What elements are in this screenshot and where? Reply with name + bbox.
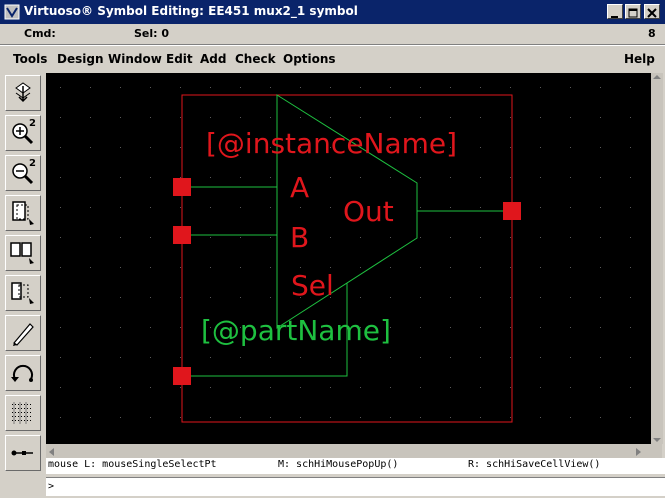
- window-titlebar: Virtuoso® Symbol Editing: EE451 mux2_1 s…: [0, 0, 665, 24]
- menu-edit[interactable]: Edit: [166, 52, 193, 66]
- partial-select-icon: [11, 282, 34, 304]
- command-line-input[interactable]: >: [46, 477, 665, 496]
- pin-label-out[interactable]: Out: [343, 195, 394, 228]
- pin-wire-icon: [11, 450, 33, 456]
- pin-label-a[interactable]: A: [290, 171, 309, 204]
- pin-label-b[interactable]: B: [290, 221, 309, 254]
- command-prompt: >: [48, 481, 55, 492]
- maximize-icon: [628, 8, 638, 18]
- mouse-middle-binding: M: schHiMousePopUp(): [278, 459, 399, 470]
- ruler-button[interactable]: [5, 395, 41, 431]
- menu-check[interactable]: Check: [235, 52, 276, 66]
- selection-count: Sel: 0: [134, 27, 170, 40]
- pin-b[interactable]: [173, 226, 191, 244]
- mouse-right-binding: R: schHiSaveCellView(): [468, 459, 601, 470]
- menu-options[interactable]: Options: [283, 52, 336, 66]
- zoom-out-2-button[interactable]: 2: [5, 155, 41, 191]
- menu-tools[interactable]: Tools: [13, 52, 47, 66]
- pin-sel[interactable]: [173, 367, 191, 385]
- scroll-left-icon[interactable]: [49, 448, 54, 456]
- minimize-button[interactable]: [607, 4, 623, 19]
- menu-bar: Tools Design Window Edit Add Check Optio…: [0, 47, 665, 73]
- status-row: Cmd: Sel: 0 8: [0, 24, 665, 44]
- mouse-bindings-bar: mouse L: mouseSingleSelectPt M: schHiMou…: [46, 458, 665, 474]
- tool-palette: 2 2: [0, 73, 46, 498]
- save-icon: [15, 82, 31, 103]
- multi-select-button[interactable]: [5, 235, 41, 271]
- edit-pen-icon: [13, 323, 34, 346]
- pin-label-sel[interactable]: Sel: [291, 269, 334, 302]
- horizontal-scrollbar[interactable]: [46, 444, 662, 458]
- instance-name-label[interactable]: [@instanceName]: [206, 127, 457, 160]
- svg-text:2: 2: [29, 118, 36, 129]
- menu-help[interactable]: Help: [624, 52, 655, 66]
- part-name-label[interactable]: [@partName]: [201, 314, 391, 347]
- schematic-canvas[interactable]: [@instanceName] A B Sel Out [@partName]: [46, 73, 662, 444]
- multi-select-icon: [10, 242, 34, 264]
- undo-arc-button[interactable]: [5, 355, 41, 391]
- zoom-in-2-button[interactable]: 2: [5, 115, 41, 151]
- cmd-status: Cmd:: [24, 27, 56, 40]
- scroll-down-icon[interactable]: [653, 438, 661, 442]
- symbol-drawing: [@instanceName] A B Sel Out [@partName]: [46, 73, 662, 444]
- close-button[interactable]: [644, 4, 660, 19]
- vertical-scrollbar[interactable]: [651, 73, 663, 444]
- horizontal-scroll-arrows: [49, 448, 641, 456]
- window-title: Virtuoso® Symbol Editing: EE451 mux2_1 s…: [24, 4, 358, 18]
- undo-arc-icon: [11, 364, 33, 382]
- select-area-button[interactable]: [5, 195, 41, 231]
- vertical-scroll-arrows: [653, 75, 661, 442]
- partial-select-button[interactable]: [5, 275, 41, 311]
- svg-text:2: 2: [29, 158, 36, 169]
- minimize-icon: [611, 16, 618, 18]
- edit-pen-button[interactable]: [5, 315, 41, 351]
- scroll-up-icon[interactable]: [653, 75, 661, 79]
- status-right-value: 8: [648, 27, 656, 40]
- pin-a[interactable]: [173, 178, 191, 196]
- pin-out[interactable]: [503, 202, 521, 220]
- menu-add[interactable]: Add: [200, 52, 226, 66]
- menu-window[interactable]: Window: [108, 52, 162, 66]
- zoom-out-2-icon: 2: [12, 158, 36, 185]
- save-button[interactable]: [5, 75, 41, 111]
- close-icon: [647, 8, 657, 18]
- maximize-button[interactable]: [625, 4, 641, 19]
- divider: [0, 45, 665, 46]
- zoom-in-2-icon: 2: [12, 118, 36, 145]
- app-icon: [4, 4, 20, 20]
- mouse-left-binding: mouse L: mouseSingleSelectPt: [48, 459, 217, 470]
- menu-design[interactable]: Design: [57, 52, 104, 66]
- pin-wire-button[interactable]: [5, 435, 41, 471]
- scroll-right-icon[interactable]: [636, 448, 641, 456]
- ruler-dots-icon: [12, 402, 31, 424]
- select-area-icon: [12, 201, 34, 225]
